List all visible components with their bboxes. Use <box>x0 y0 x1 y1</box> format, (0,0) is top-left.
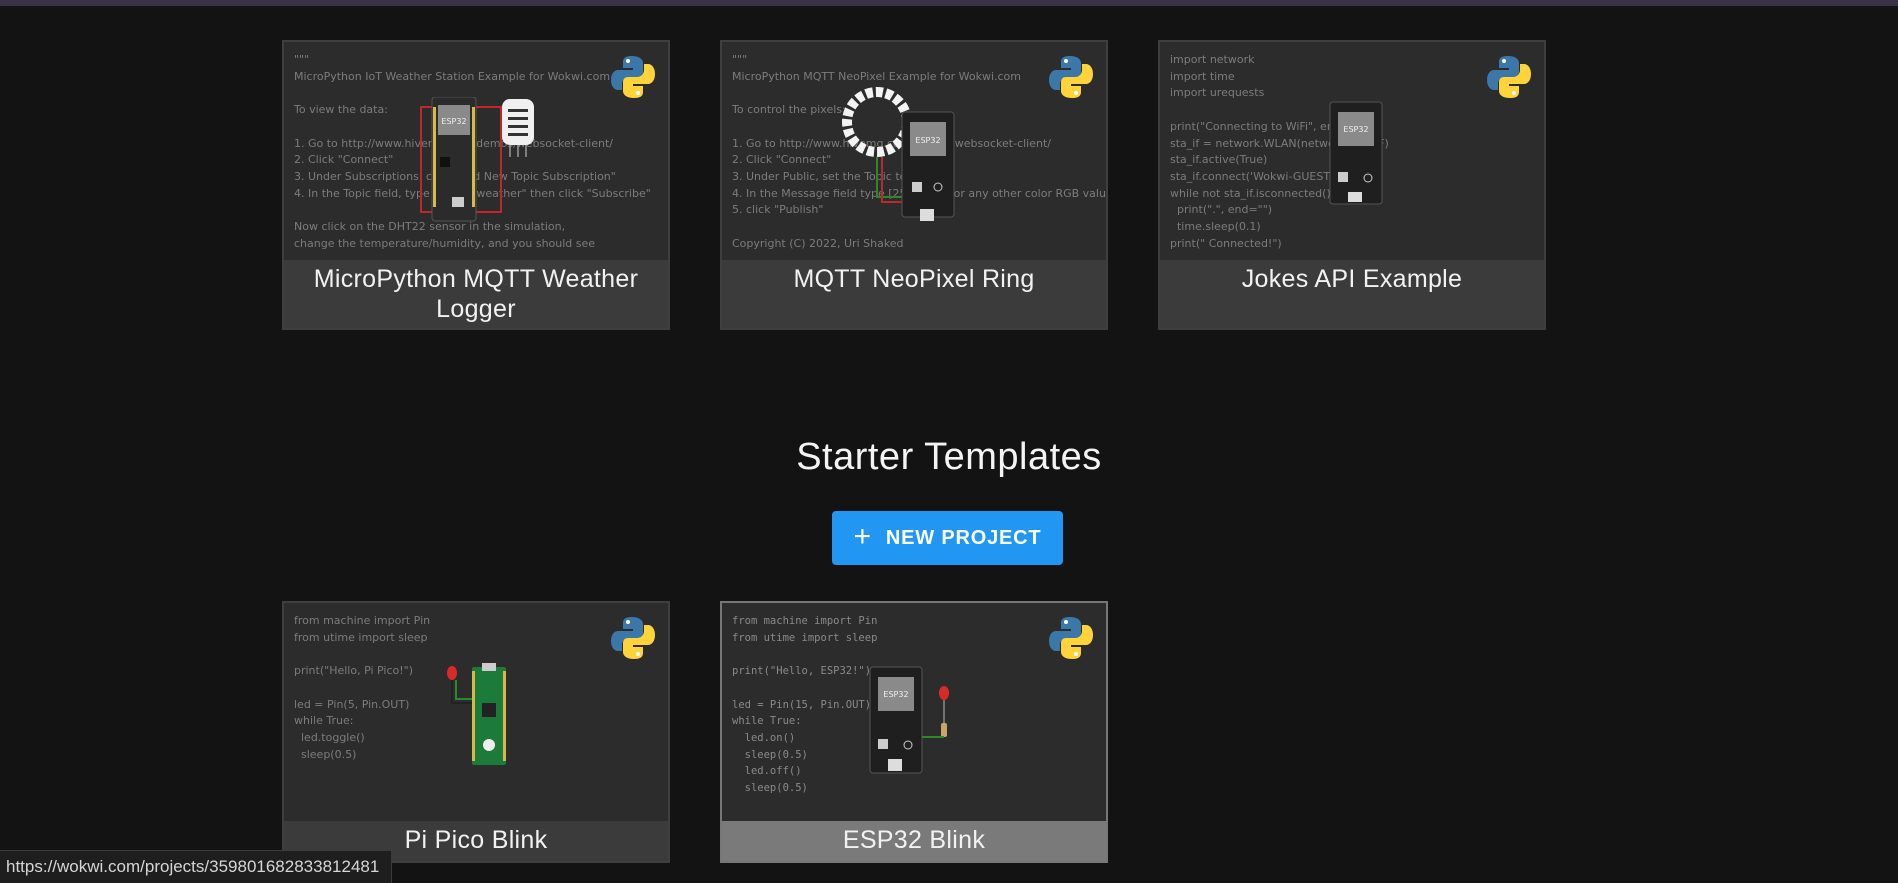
svg-text:ESP32: ESP32 <box>883 690 908 699</box>
esp32-board-with-dht22-illustration: ESP32 <box>420 97 534 222</box>
python-logo-icon <box>1487 56 1531 98</box>
project-title: Jokes API Example <box>1160 260 1544 328</box>
project-thumbnail: from machine import Pin from utime impor… <box>284 603 668 821</box>
project-card-weather-logger[interactable]: """ MicroPython IoT Weather Station Exam… <box>282 40 670 330</box>
python-logo-icon <box>611 56 655 98</box>
project-title: ESP32 Blink <box>722 821 1106 861</box>
template-card-esp32-blink[interactable]: from machine import Pin from utime impor… <box>720 601 1108 863</box>
project-thumbnail: """ MicroPython MQTT NeoPixel Example fo… <box>722 42 1106 260</box>
esp32-board-illustration: ESP32 <box>1329 101 1383 205</box>
pi-pico-board-illustration <box>447 663 506 765</box>
project-thumbnail: """ MicroPython IoT Weather Station Exam… <box>284 42 668 260</box>
template-card-pi-pico-blink[interactable]: from machine import Pin from utime impor… <box>282 601 670 863</box>
section-title-starter-templates: Starter Templates <box>796 436 1102 478</box>
python-logo-icon <box>1049 56 1093 98</box>
project-title: MQTT NeoPixel Ring <box>722 260 1106 328</box>
project-thumbnail: import network import time import ureque… <box>1160 42 1544 260</box>
new-project-button[interactable]: + NEW PROJECT <box>832 511 1063 565</box>
project-thumbnail: from machine import Pin from utime impor… <box>722 603 1106 821</box>
python-logo-icon <box>611 617 655 659</box>
svg-text:ESP32: ESP32 <box>1343 125 1368 134</box>
status-bar-link-preview: https://wokwi.com/projects/3598016828338… <box>0 850 393 883</box>
project-card-jokes-api[interactable]: import network import time import ureque… <box>1158 40 1546 330</box>
svg-text:ESP32: ESP32 <box>915 136 940 145</box>
project-title: MicroPython MQTT Weather Logger <box>284 260 668 328</box>
project-card-neopixel-ring[interactable]: """ MicroPython MQTT NeoPixel Example fo… <box>720 40 1108 330</box>
top-edge-bar <box>0 0 1898 6</box>
neopixel-ring-esp32-illustration: ESP32 <box>842 87 955 221</box>
plus-icon: + <box>853 519 872 553</box>
python-logo-icon <box>1049 617 1093 659</box>
esp32-led-illustration: ESP32 <box>869 666 949 774</box>
new-project-label: NEW PROJECT <box>885 526 1042 549</box>
svg-text:ESP32: ESP32 <box>441 117 466 126</box>
